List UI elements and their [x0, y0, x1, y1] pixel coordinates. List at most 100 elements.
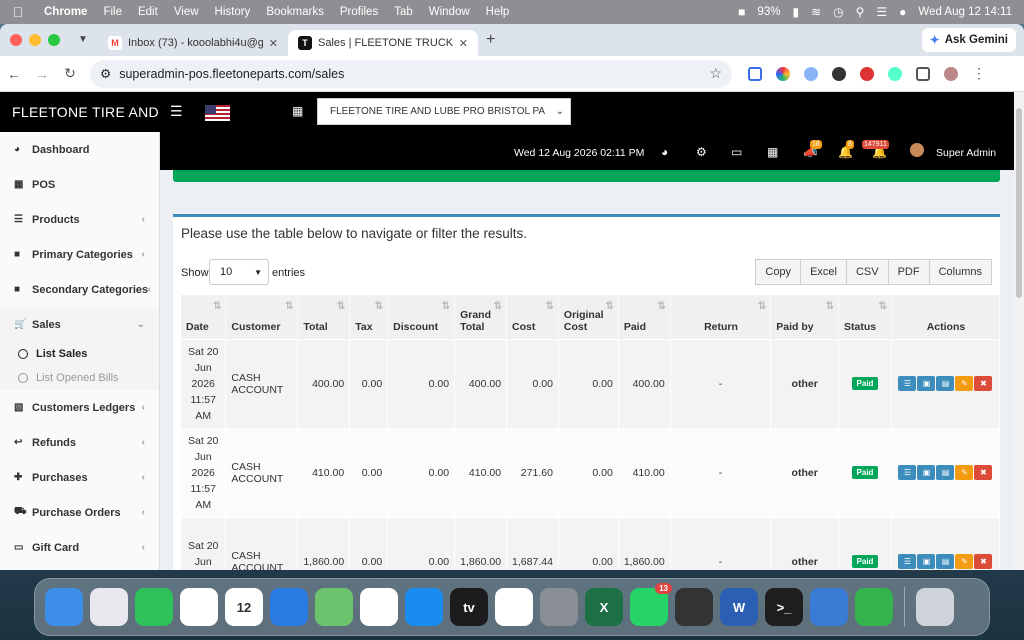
brand-logo-text[interactable]: FLEETONE TIRE AND	[12, 104, 159, 120]
sort-arrows-icon[interactable]: ⇅	[546, 301, 554, 312]
view-details-icon[interactable]: ☰	[898, 554, 917, 570]
dashboard-gauge-icon[interactable]: ◕	[661, 145, 668, 159]
view-details-icon[interactable]: ☰	[898, 376, 917, 391]
column-header-original-cost[interactable]: Original Cost ⇅	[558, 295, 619, 339]
briefcase-icon[interactable]: ▤	[936, 554, 955, 570]
sidebar-item-products[interactable]: ☰ Products ‹	[0, 202, 159, 237]
facetime-icon[interactable]	[135, 588, 173, 626]
keynote-icon[interactable]	[270, 588, 308, 626]
payments-icon[interactable]: ▣	[917, 376, 936, 391]
view-details-icon[interactable]: ☰	[898, 465, 917, 480]
forward-arrow-icon[interactable]: →	[28, 66, 56, 82]
sidebar-subitem-list-sales[interactable]: List Sales	[0, 342, 159, 366]
wifi-icon[interactable]: ≋	[811, 5, 821, 19]
tab-gmail[interactable]: M Inbox (73) - kooolabhi4u@gm ✕	[98, 30, 288, 56]
column-header-tax[interactable]: Tax ⇅	[349, 295, 389, 339]
sidebar-subitem-list-opened-bills[interactable]: List Opened Bills	[0, 366, 159, 390]
tab-sales[interactable]: T Sales | FLEETONE TRUCK & ✕	[288, 30, 478, 56]
sort-arrows-icon[interactable]: ⇅	[879, 301, 887, 312]
control-center-icon[interactable]: ☰	[876, 5, 887, 19]
simulator-icon[interactable]	[810, 588, 848, 626]
new-tab-plus-icon[interactable]: +	[478, 31, 503, 49]
sidebar-item-customers-ledgers[interactable]: ▧ Customers Ledgers ‹	[0, 390, 159, 425]
menu-help[interactable]: Help	[478, 6, 518, 18]
extension-wave-icon[interactable]	[804, 66, 818, 81]
columns-button[interactable]: Columns	[928, 259, 992, 285]
preview-icon[interactable]	[540, 588, 578, 626]
page-scrollbar[interactable]	[1014, 92, 1024, 570]
sidebar-item-primary-categories[interactable]: ■ Primary Categories ‹	[0, 237, 159, 272]
appstore-icon[interactable]	[405, 588, 443, 626]
sidebar-item-purchase-orders[interactable]: ⛟ Purchase Orders ‹	[0, 495, 159, 530]
bookmark-star-icon[interactable]: ☆	[709, 65, 722, 82]
page-length-select[interactable]: 10 ▼	[209, 259, 269, 285]
scrollbar-thumb[interactable]	[1016, 108, 1022, 298]
sort-arrows-icon[interactable]: ⇅	[213, 301, 221, 312]
delete-icon[interactable]: ✖	[974, 465, 993, 480]
table-row[interactable]: Sat 20 Jun 2026 11:57 AM CASH ACCOUNT 410.00 0.0…	[181, 427, 1001, 517]
whatsapp-icon[interactable]: 13	[630, 583, 672, 626]
close-tab-icon[interactable]: ✕	[269, 37, 278, 50]
sidebar-toggle-icon[interactable]: ☰	[170, 103, 183, 120]
menubar-clock[interactable]: Wed Aug 12 14:11	[918, 6, 1012, 18]
column-header-date[interactable]: Date ⇅	[181, 295, 227, 339]
back-arrow-icon[interactable]: ←	[0, 66, 28, 82]
payments-icon[interactable]: ▣	[917, 465, 936, 480]
sidebar-item-pos[interactable]: ▦ POS	[0, 167, 159, 202]
briefcase-icon[interactable]: ▤	[936, 465, 955, 480]
launchpad-icon[interactable]	[90, 588, 128, 626]
sort-arrows-icon[interactable]: ⇅	[826, 301, 834, 312]
menu-bookmarks[interactable]: Bookmarks	[258, 6, 332, 18]
zoom-window-button[interactable]	[48, 34, 60, 46]
menu-file[interactable]: File	[95, 6, 130, 18]
battery-icon[interactable]: ▮	[792, 5, 799, 19]
appletv-icon[interactable]: tv	[450, 588, 488, 626]
column-header-paid-by[interactable]: Paid by ⇅	[770, 295, 840, 339]
menu-window[interactable]: Window	[421, 6, 478, 18]
sort-arrows-icon[interactable]: ⇅	[758, 301, 766, 312]
csv-button[interactable]: CSV	[845, 259, 889, 285]
finder-icon[interactable]	[45, 588, 83, 626]
column-header-status[interactable]: Status ⇅	[838, 295, 892, 339]
calendar-icon[interactable]: 12	[225, 588, 263, 626]
us-flag-icon[interactable]	[205, 105, 230, 121]
chrome-icon[interactable]	[180, 588, 218, 626]
menu-view[interactable]: View	[166, 6, 207, 18]
sort-arrows-icon[interactable]: ⇅	[657, 301, 665, 312]
box-status-icon[interactable]: ■	[738, 5, 745, 19]
briefcase-icon[interactable]: ▤	[936, 376, 955, 391]
sidebar-item-dashboard[interactable]: ◕ Dashboard	[0, 132, 159, 167]
excel-button[interactable]: Excel	[800, 259, 847, 285]
edit-icon[interactable]: ✎	[955, 376, 974, 391]
table-row[interactable]: Sat 20 Jun 2026 11:57 AM CASH ACCOUNT 400.00 0.0…	[181, 338, 1001, 428]
terminal-icon[interactable]: >_	[765, 588, 803, 626]
menu-app-name[interactable]: Chrome	[36, 6, 95, 18]
pdf-button[interactable]: PDF	[887, 259, 930, 285]
column-header-customer[interactable]: Customer ⇅	[225, 295, 299, 339]
column-header-total[interactable]: Total ⇅	[297, 295, 351, 339]
column-header-cost[interactable]: Cost ⇅	[506, 295, 559, 339]
box-app-icon[interactable]	[675, 588, 713, 626]
menu-history[interactable]: History	[207, 6, 259, 18]
siri-icon[interactable]: ●	[899, 5, 906, 19]
apple-menu-icon[interactable]: 	[0, 4, 36, 20]
extension-pokeball-icon[interactable]	[860, 66, 874, 81]
numbers-icon[interactable]	[855, 588, 893, 626]
time-machine-icon[interactable]: ◷	[833, 5, 843, 19]
sort-arrows-icon[interactable]: ⇅	[442, 301, 450, 312]
spotlight-search-icon[interactable]: ⚲	[856, 5, 865, 19]
trash-icon[interactable]	[916, 588, 954, 626]
sidebar-item-purchases[interactable]: ✚ Purchases ‹	[0, 460, 159, 495]
ask-gemini-button[interactable]: ✦ Ask Gemini	[921, 28, 1016, 52]
payments-icon[interactable]: ▣	[917, 554, 936, 570]
sidebar-item-secondary-categories[interactable]: ■ Secondary Categories ‹	[0, 272, 159, 307]
address-bar[interactable]: ⚙ superadmin-pos.fleetoneparts.com/sales…	[90, 59, 732, 88]
column-header-return[interactable]: Return ⇅	[670, 295, 772, 339]
sidebar-item-sales[interactable]: 🛒 Sales ⌄	[0, 307, 159, 342]
sidebar-item-refunds[interactable]: ↩ Refunds ‹	[0, 425, 159, 460]
menu-profiles[interactable]: Profiles	[332, 6, 386, 18]
sort-arrows-icon[interactable]: ⇅	[605, 301, 613, 312]
reminders-icon[interactable]	[495, 588, 533, 626]
site-info-icon[interactable]: ⚙	[100, 66, 111, 81]
sort-arrows-icon[interactable]: ⇅	[337, 301, 345, 312]
